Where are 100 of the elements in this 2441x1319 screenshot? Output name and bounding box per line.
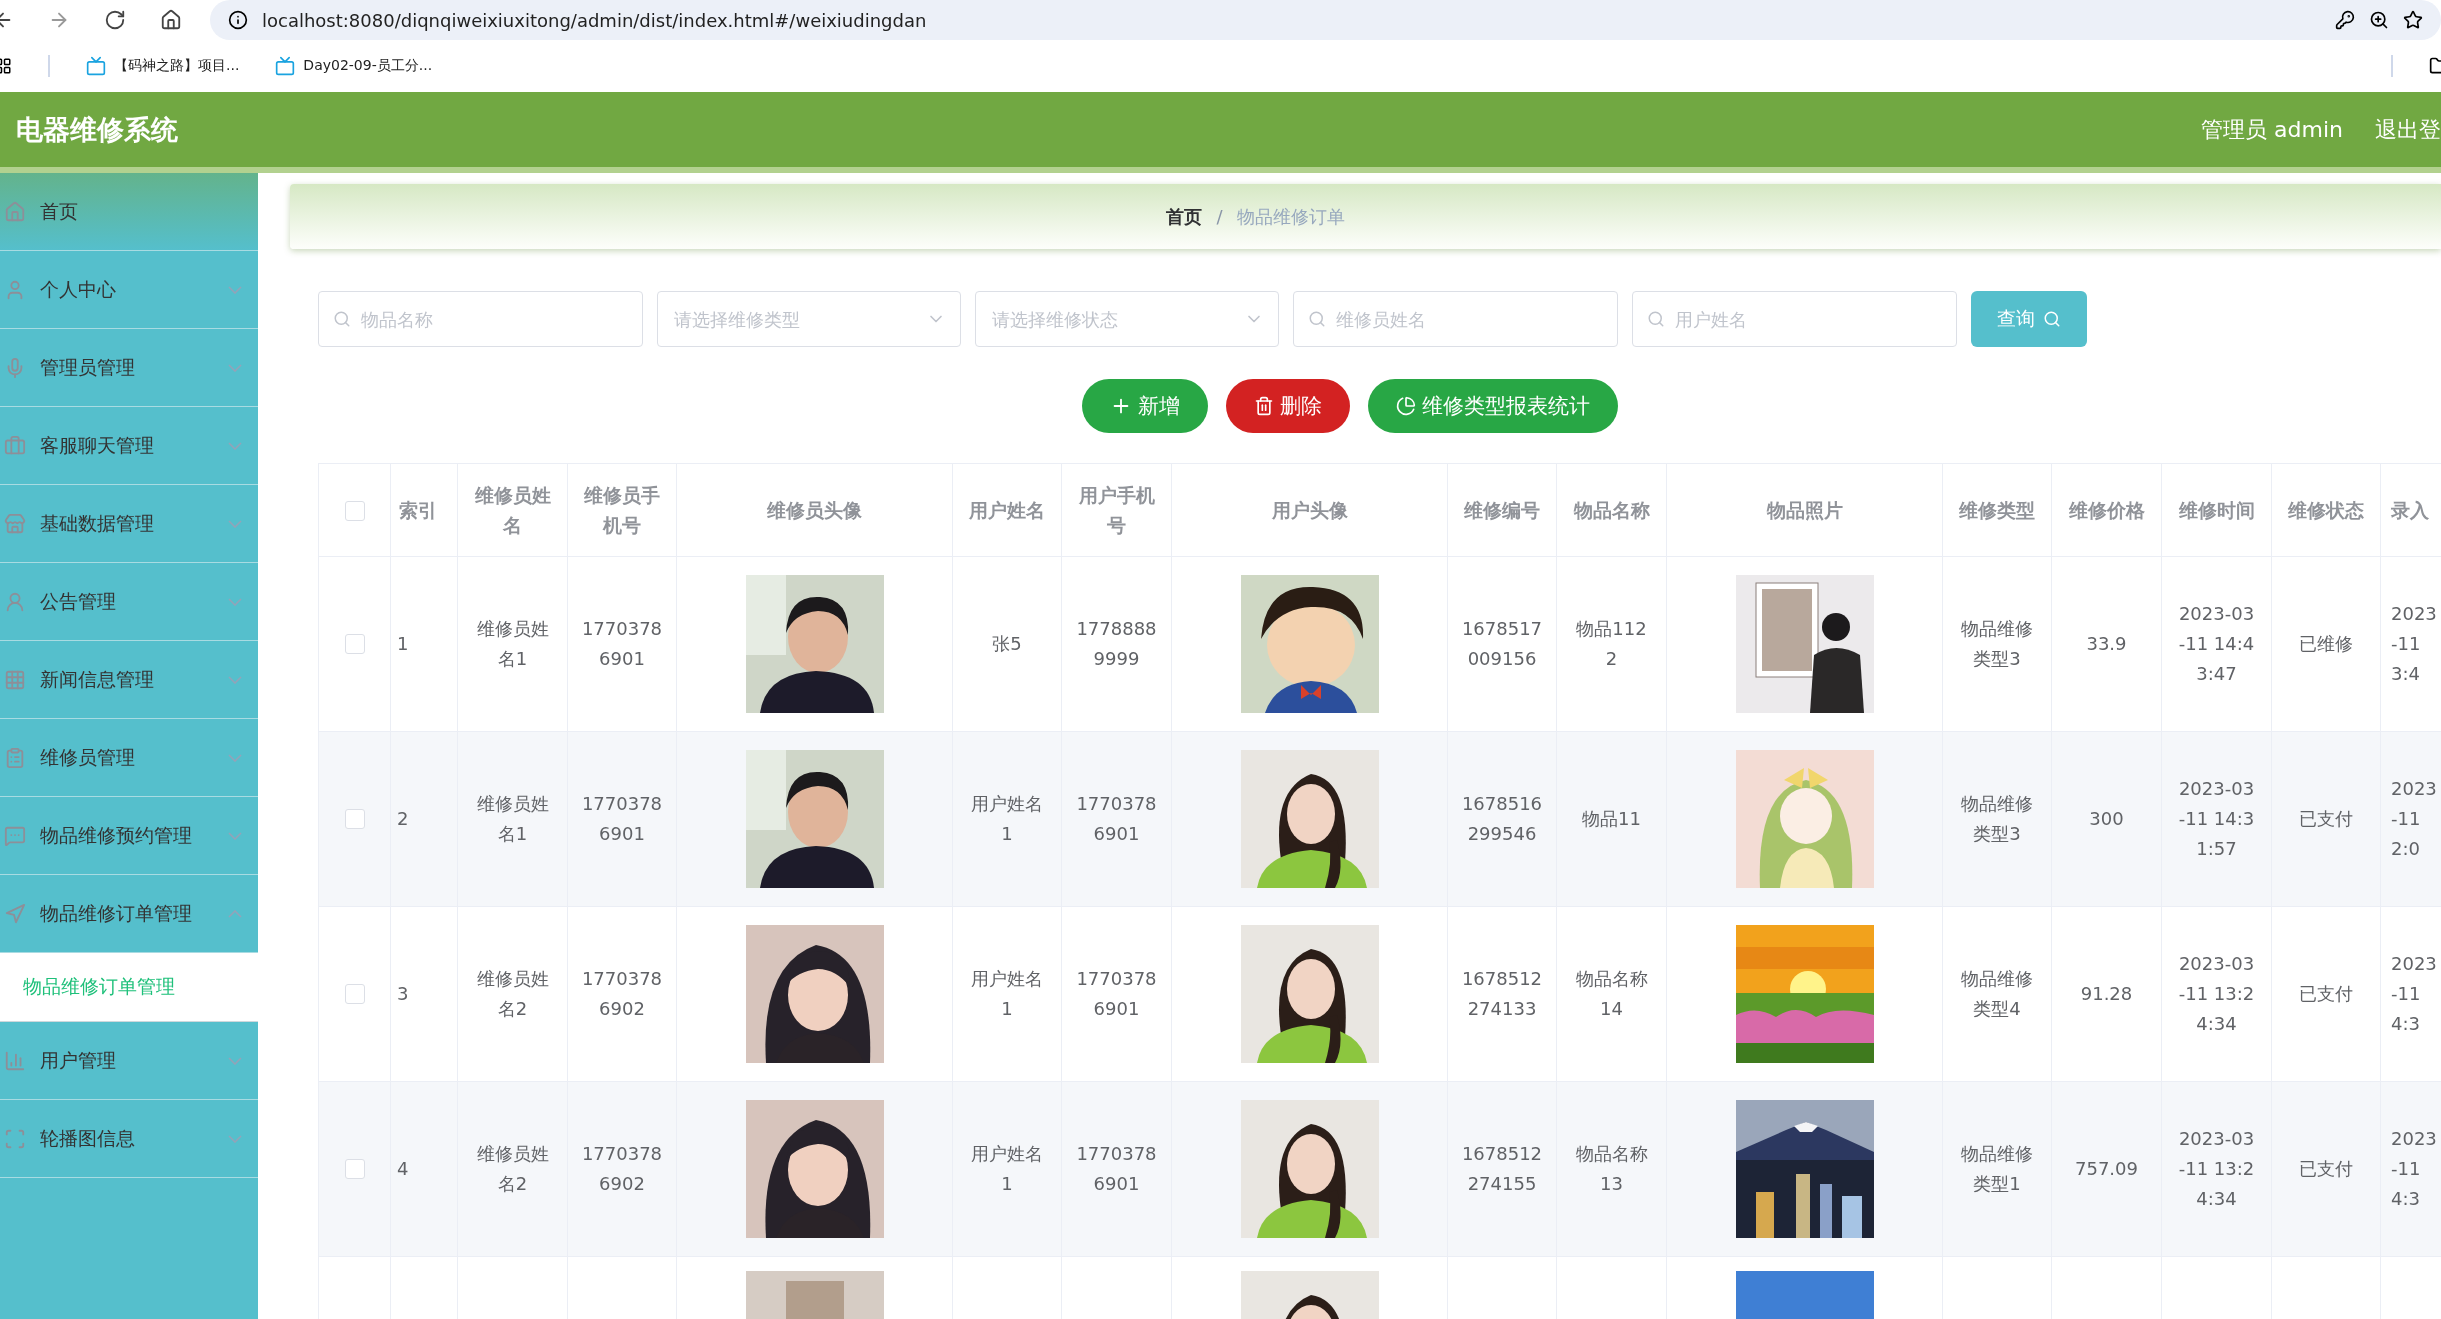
table-cell-text: 已支付 (2299, 982, 2353, 1007)
table-cell-text: 1678512274133 (1461, 967, 1543, 1021)
sidebar-item[interactable]: 维修员管理 (0, 719, 258, 797)
select-field[interactable]: 请选择维修类型 (672, 292, 918, 346)
add-button[interactable]: 新增 (1081, 379, 1208, 433)
table-cell-text: 维修员姓名1 (475, 617, 550, 671)
table-cell-text: 已支付 (2299, 1157, 2353, 1182)
search-box[interactable]: 用户姓名 (1632, 291, 1957, 347)
select-field[interactable]: 请选择维修状态 (990, 292, 1236, 346)
sidebar-item[interactable]: 基础数据管理 (0, 485, 258, 563)
table-cell-text: 物品1122 (1575, 617, 1648, 671)
chevron-down-icon (228, 1056, 242, 1065)
pie-chart-icon (1395, 396, 1416, 416)
table-cell-text: 物品11 (1582, 807, 1641, 832)
table-cell-text: 2023 -11 4:3 (2391, 1127, 2437, 1211)
table-cell-text: 757.09 (2075, 1157, 2138, 1182)
sidebar-item[interactable]: 个人中心 (0, 251, 258, 329)
row-checkbox[interactable] (344, 634, 365, 655)
table-cell-text: 物品维修类型4 (1960, 967, 2034, 1021)
column-header: 用户头像 (1171, 463, 1448, 557)
sidebar-item[interactable]: 新闻信息管理 (0, 641, 258, 719)
search-box[interactable]: 维修员姓名 (1293, 291, 1618, 347)
home-icon[interactable] (160, 9, 182, 31)
table-cell-text: 用户姓名1 (970, 792, 1044, 846)
chevron-down-icon (228, 753, 242, 762)
chevron-down-icon (228, 675, 242, 684)
sidebar-item[interactable]: 管理员管理 (0, 329, 258, 407)
tv-icon[interactable] (275, 56, 296, 76)
table-cell-text: 物品维修类型3 (1960, 617, 2034, 671)
table-cell-text: 张5 (992, 632, 1022, 657)
sidebar-item[interactable]: 物品维修预约管理 (0, 797, 258, 875)
star-icon[interactable] (2403, 10, 2423, 30)
column-header: 维修编号 (1447, 463, 1557, 557)
sidebar-item[interactable]: 首页 (0, 173, 258, 251)
table-cell-text: 1678512274155 (1461, 1142, 1543, 1196)
table-cell-text: 3 (397, 982, 409, 1007)
table-cell-text: 2023-03-11 13:24:34 (2177, 952, 2256, 1036)
key-icon[interactable] (2335, 10, 2355, 30)
search-field[interactable]: 物品名称 (359, 292, 628, 346)
column-header: 索引 (390, 463, 458, 557)
table-cell-text: 维修员姓名2 (475, 1142, 550, 1196)
search-icon (1308, 310, 1326, 328)
column-header: 维修员头像 (676, 463, 953, 557)
search-icon (333, 310, 351, 328)
select-box[interactable]: 请选择维修状态 (975, 291, 1279, 347)
search-box[interactable]: 物品名称 (318, 291, 643, 347)
sidebar-item[interactable]: 用户管理 (0, 1022, 258, 1100)
sidebar-item[interactable]: 轮播图信息 (0, 1100, 258, 1178)
table-cell-text: 物品维修类型1 (1960, 1142, 2034, 1196)
table-cell-text: 物品名称14 (1574, 967, 1649, 1021)
column-header: 维修员手机号 (567, 463, 677, 557)
table-cell-text: 维修员姓名1 (475, 792, 550, 846)
table-cell-text: 物品名称13 (1574, 1142, 1649, 1196)
breadcrumb-separator: / (1216, 206, 1223, 227)
search-icon (2043, 310, 2061, 328)
sidebar-item[interactable]: 客服聊天管理 (0, 407, 258, 485)
column-header: 维修时间 (2161, 463, 2272, 557)
info-icon[interactable] (228, 10, 248, 30)
select-all-checkbox[interactable] (344, 501, 365, 522)
reload-icon[interactable] (104, 9, 126, 31)
search-field[interactable]: 维修员姓名 (1334, 292, 1603, 346)
row-checkbox[interactable] (344, 1159, 365, 1180)
table-cell-text: 2 (397, 807, 409, 832)
column-header: 维修价格 (2051, 463, 2162, 557)
chevron-down-icon (228, 285, 242, 294)
row-checkbox[interactable] (344, 984, 365, 1005)
table-cell-text: 17703786901 (1076, 1142, 1157, 1196)
chevron-down-icon (228, 1134, 242, 1143)
table-cell-text: 17788889999 (1076, 617, 1157, 671)
breadcrumb-item[interactable]: 首页 (1166, 204, 1203, 229)
table-cell-text: 4 (397, 1157, 409, 1182)
table-cell-text: 1 (397, 632, 409, 657)
column-header: 用户姓名 (952, 463, 1062, 557)
trash-icon (1253, 396, 1274, 416)
table-cell-text: 2023-03-11 13:24:34 (2177, 1127, 2256, 1211)
chevron-down-icon (228, 363, 242, 372)
row-checkbox[interactable] (344, 809, 365, 830)
table-cell-text: 2023 -11 4:3 (2391, 952, 2437, 1036)
table-cell-text: 1678516299546 (1461, 792, 1543, 846)
table-cell-text: 2023 -11 2:0 (2391, 777, 2437, 861)
address-bar[interactable]: localhost:8080/diqnqiweixiuxitong/admin/dist/index.html#/weixiudingdan (210, 0, 2441, 40)
table-cell-text: 2023-03-11 14:43:47 (2177, 602, 2256, 686)
search-field[interactable]: 用户姓名 (1673, 292, 1942, 346)
chevron-down-icon (228, 519, 242, 528)
delete-button[interactable]: 删除 (1225, 379, 1350, 433)
column-header: 物品照片 (1666, 463, 1943, 557)
bookmark[interactable]: Day02-09-员工分... (303, 57, 433, 75)
sidebar-item[interactable]: 公告管理 (0, 563, 258, 641)
tv-icon[interactable] (86, 56, 106, 76)
chart-button[interactable]: 维修类型报表统计 (1367, 379, 1618, 433)
table-cell-text: 2023-03-11 14:31:57 (2177, 777, 2256, 861)
search-icon (1647, 310, 1665, 328)
bookmark[interactable]: 【码神之路】项目... (114, 57, 240, 75)
table-cell-text: 33.9 (2086, 632, 2127, 657)
zoom-icon[interactable] (2369, 10, 2389, 30)
column-header: 录入 (2380, 463, 2441, 557)
column-header: 物品名称 (1556, 463, 1667, 557)
table-cell-text: 300 (2089, 807, 2124, 832)
select-box[interactable]: 请选择维修类型 (657, 291, 961, 347)
table-cell-text: 17703786902 (581, 967, 663, 1021)
